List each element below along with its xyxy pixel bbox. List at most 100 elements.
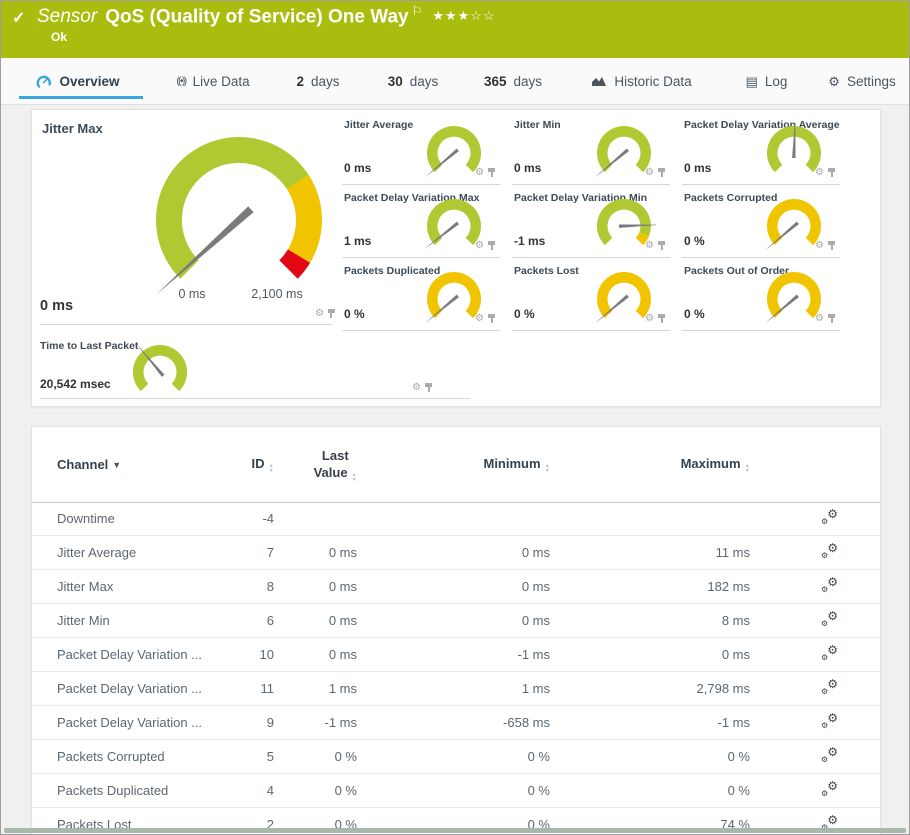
gauge-label: Jitter Average (344, 119, 414, 131)
cell-last-value: 0 % (334, 783, 357, 798)
gauge-value: 0 ms (40, 298, 74, 314)
tab-2-days[interactable]: 2 days (271, 58, 365, 104)
channel-settings-icon[interactable]: ⚙⚙ (821, 541, 838, 560)
pin-icon[interactable] (828, 241, 835, 251)
pin-icon[interactable] (488, 241, 495, 251)
column-header-maximum[interactable]: Maximum ▲ ▼ (550, 456, 750, 474)
table-row[interactable]: Jitter Average 7 0 ms 0 ms 11 ms ⚙ ⚙ (32, 536, 880, 570)
cell-id: 6 (266, 613, 274, 628)
gauge-cell-packets-duplicated: Packets Duplicated 0 % ⚙ (342, 258, 500, 331)
tab-number: 2 (296, 73, 304, 89)
gauge-cell-time-to-last-packet: Time to Last Packet 20,542 msec ⚙ (40, 338, 470, 399)
gear-icon[interactable]: ⚙ (645, 168, 654, 178)
gauge-mini-icons: ⚙ (815, 168, 835, 178)
cell-settings: ⚙⚙ (750, 678, 880, 697)
flag-icon[interactable]: ⚐ (412, 4, 423, 18)
table-row[interactable]: Packet Delay Variation ... 11 1 ms 1 ms 2,79… (32, 672, 880, 706)
gear-icon[interactable]: ⚙ (645, 314, 654, 324)
gauge-cell-packet-delay-variation-max: Packet Delay Variation Max 1 ms ⚙ (342, 185, 500, 258)
table-row[interactable]: Packets Corrupted 5 0 % 0 % 0 % ⚙ ⚙ (32, 740, 880, 774)
table-row[interactable]: Packet Delay Variation ... 10 0 ms -1 ms 0 m… (32, 638, 880, 672)
channel-settings-icon[interactable]: ⚙⚙ (821, 643, 838, 662)
sensor-header: ✓ Sensor QoS (Quality of Service) One Way… (1, 1, 909, 58)
gear-icon[interactable]: ⚙ (815, 168, 824, 178)
cell-id: 11 (260, 681, 275, 696)
cell-settings: ⚙⚙ (750, 712, 880, 731)
tab-label: Historic Data (614, 73, 692, 89)
gear-icon[interactable]: ⚙ (475, 241, 484, 251)
cell-maximum: 11 ms (715, 545, 750, 560)
cell-maximum: 0 % (727, 783, 750, 798)
cell-id: 5 (266, 749, 274, 764)
table-header-row: Channel ▼ ID ▲ ▼ Last Value ▲ ▼ Minimum ▲ ▼ Max… (32, 427, 880, 503)
gear-icon[interactable]: ⚙ (412, 383, 421, 393)
status-check-icon: ✓ (12, 10, 26, 27)
table-row[interactable]: Jitter Max 8 0 ms 0 ms 182 ms ⚙ ⚙ (32, 570, 880, 604)
gauge-value: -1 ms (514, 234, 546, 248)
cell-maximum: 0 ms (721, 647, 750, 662)
horizontal-scrollbar[interactable] (4, 828, 906, 833)
pin-icon[interactable] (658, 241, 665, 251)
priority-stars[interactable]: ★★★☆☆ (432, 8, 495, 23)
channel-settings-icon[interactable]: ⚙⚙ (821, 678, 838, 696)
gear-large: ⚙ (827, 541, 838, 555)
tab-30-days[interactable]: 30 days (365, 58, 461, 104)
gear-small: ⚙ (821, 517, 829, 526)
gear-icon[interactable]: ⚙ (815, 241, 824, 251)
gear-icon[interactable]: ⚙ (475, 314, 484, 324)
tab-settings[interactable]: ⚙ Settings (815, 58, 909, 104)
pin-icon[interactable] (488, 168, 495, 178)
pin-icon[interactable] (327, 309, 335, 319)
tab-label: days (513, 73, 543, 89)
gauge-value: 0 % (684, 234, 705, 248)
channel-settings-icon[interactable]: ⚙⚙ (821, 712, 838, 730)
pin-icon[interactable] (828, 314, 835, 324)
tab-label: Log (764, 73, 788, 89)
channel-settings-icon[interactable]: ⚙⚙ (821, 780, 838, 798)
gear-large: ⚙ (827, 575, 838, 589)
gauge-mini-icons: ⚙ (815, 241, 835, 251)
pin-icon[interactable] (828, 168, 835, 178)
cell-minimum: 0 ms (521, 545, 550, 560)
pin-icon[interactable] (488, 314, 495, 324)
table-row[interactable]: Jitter Min 6 0 ms 0 ms 8 ms ⚙ ⚙ (32, 604, 880, 638)
table-row[interactable]: Downtime -4 ⚙ ⚙ (32, 502, 880, 536)
channel-settings-icon[interactable]: ⚙⚙ (821, 575, 838, 594)
gear-large: ⚙ (827, 507, 838, 521)
column-header-id[interactable]: ID ▲ ▼ (227, 456, 274, 474)
column-header-channel[interactable]: Channel ▼ (32, 457, 227, 472)
tab-live-data[interactable]: ((•)) Live Data (155, 58, 271, 104)
gauge-mini-icons: ⚙ (645, 241, 665, 251)
gauge-mini-icons: ⚙ (645, 168, 665, 178)
gauge-cell-jitter-min: Jitter Min 0 ms ⚙ (512, 112, 670, 185)
sort-icon: ▲ ▼ (744, 462, 750, 474)
tab-overview[interactable]: Overview (1, 58, 155, 104)
table-row[interactable]: Packets Duplicated 4 0 % 0 % 0 % ⚙ ⚙ (32, 774, 880, 808)
cell-last-value: -1 ms (324, 715, 358, 730)
gauge-icon (37, 75, 52, 88)
gear-icon[interactable]: ⚙ (315, 309, 324, 319)
gear-icon[interactable]: ⚙ (645, 241, 654, 251)
log-icon: ▤ (745, 73, 758, 89)
column-header-last-value[interactable]: Last Value ▲ ▼ (274, 447, 357, 483)
cell-last-value: 0 ms (328, 647, 357, 662)
cell-channel: Packet Delay Variation ... (57, 681, 202, 696)
cell-minimum: 0 ms (521, 613, 550, 628)
channel-settings-icon[interactable]: ⚙⚙ (821, 507, 838, 526)
gear-icon[interactable]: ⚙ (475, 168, 484, 178)
tab-365-days[interactable]: 365 days (461, 58, 565, 104)
channel-settings-icon[interactable]: ⚙⚙ (821, 746, 838, 764)
cell-id: 10 (259, 647, 274, 662)
gear-icon[interactable]: ⚙ (815, 314, 824, 324)
table-row[interactable]: Packet Delay Variation ... 9 -1 ms -658 ms -… (32, 706, 880, 740)
channel-settings-icon[interactable]: ⚙⚙ (821, 610, 838, 628)
gauge-mini-icons: ⚙ (645, 314, 665, 324)
pin-icon[interactable] (658, 168, 665, 178)
gear-large: ⚙ (827, 643, 838, 657)
pin-icon[interactable] (425, 383, 432, 393)
column-header-minimum[interactable]: Minimum ▲ ▼ (357, 456, 550, 474)
tab-log[interactable]: ▤ Log (718, 58, 815, 104)
tab-historic-data[interactable]: Historic Data (565, 58, 718, 104)
pin-icon[interactable] (658, 314, 665, 324)
gauge-arc (133, 342, 187, 392)
